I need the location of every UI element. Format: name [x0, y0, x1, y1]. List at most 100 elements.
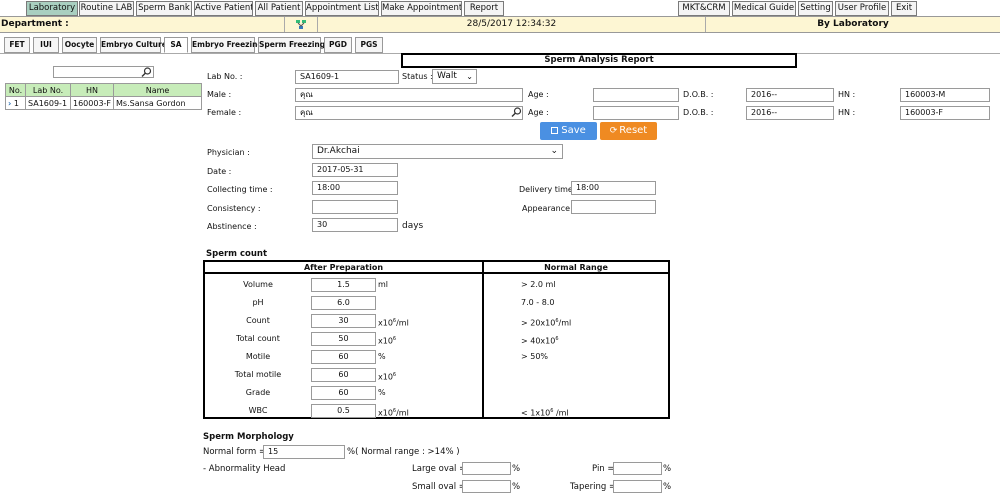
pin-field[interactable] — [613, 462, 662, 475]
abnormality-head-label: - Abnormality Head — [203, 464, 286, 474]
physician-label: Physician : — [207, 148, 250, 157]
male-dob-label: D.O.B. : — [683, 90, 714, 99]
col-name: Name — [113, 83, 202, 97]
patient-search-input[interactable] — [53, 66, 154, 78]
motile-field[interactable]: 60 — [311, 350, 376, 364]
tab-embryo-culture[interactable]: Embryo Culture — [100, 37, 167, 53]
grade-label: Grade — [245, 388, 271, 397]
nav-all-patient[interactable]: All Patient — [255, 1, 303, 16]
appearance-field[interactable] — [571, 200, 656, 214]
male-age-field[interactable] — [593, 88, 679, 102]
count-label: Count — [246, 316, 270, 325]
tab-pgs[interactable]: PGS — [355, 37, 383, 53]
total-motile-field[interactable]: 60 — [311, 368, 376, 382]
save-button[interactable]: Save — [540, 122, 597, 140]
tapering-field[interactable] — [613, 480, 662, 493]
total-motile-label: Total motile — [234, 370, 282, 379]
col-lab-no: Lab No. — [25, 83, 71, 97]
reset-button[interactable]: ⟳ Reset — [600, 122, 657, 140]
count-field[interactable]: 30 — [311, 314, 376, 328]
delivery-time-label: Delivery time : — [519, 185, 579, 194]
total-count-field[interactable]: 50 — [311, 332, 376, 346]
volume-label: Volume — [243, 280, 273, 289]
female-age-field[interactable] — [593, 106, 679, 120]
search-icon[interactable] — [141, 67, 152, 77]
count-normal: > 20x106/ml — [521, 318, 572, 328]
volume-field[interactable]: 1.5 — [311, 278, 376, 292]
large-oval-field[interactable] — [462, 462, 511, 475]
tab-embryo-freezing[interactable]: Embryo Freezing — [191, 37, 263, 53]
nav-make-appointment[interactable]: Make Appointment — [381, 1, 462, 16]
lab-no-field[interactable]: SA1609-1 — [295, 70, 399, 84]
motile-label: Motile — [245, 352, 271, 361]
table-row[interactable]: › 1 SA1609-1 160003-F Ms.Sansa Gordon — [5, 96, 202, 110]
normal-form-label: Normal form = — [203, 447, 267, 457]
total-count-label: Total count — [236, 334, 280, 343]
nav-laboratory[interactable]: Laboratory — [26, 1, 78, 16]
consistency-field[interactable] — [312, 200, 398, 214]
collecting-time-field[interactable]: 18:00 — [312, 181, 398, 195]
female-label: Female : — [207, 108, 242, 117]
col-no: No. — [5, 83, 26, 97]
row-lab-no-cell: SA1609-1 — [25, 96, 71, 110]
nav-setting[interactable]: Setting — [798, 1, 833, 16]
report-title: Sperm Analysis Report — [401, 53, 797, 68]
status-label: Status : — [402, 72, 433, 81]
nav-sperm-bank[interactable]: Sperm Bank — [136, 1, 192, 16]
abstinence-unit: days — [402, 221, 424, 231]
ph-field[interactable]: 6.0 — [311, 296, 376, 310]
nav-exit[interactable]: Exit — [891, 1, 917, 16]
nav-user-profile[interactable]: User Profile — [835, 1, 889, 16]
tab-oocyte[interactable]: Oocyte — [62, 37, 97, 53]
male-dob-field[interactable]: 2016-- — [746, 88, 834, 102]
male-age-label: Age : — [528, 90, 549, 99]
consistency-label: Consistency : — [207, 204, 261, 213]
datetime-display: 28/5/2017 12:34:32 — [318, 17, 706, 32]
small-oval-label: Small oval = — [412, 482, 466, 492]
nav-medical-guide[interactable]: Medical Guide — [732, 1, 796, 16]
delivery-time-field[interactable]: 18:00 — [571, 181, 656, 195]
pin-percent: % — [663, 464, 672, 474]
grade-field[interactable]: 60 — [311, 386, 376, 400]
info-bar: Department : 28/5/2017 12:34:32 By Labor… — [0, 16, 1000, 33]
status-select[interactable]: Walt ⌄ — [432, 69, 477, 84]
patient-list-table: No. Lab No. HN Name › 1 SA1609-1 160003-… — [5, 83, 202, 110]
ph-normal: 7.0 - 8.0 — [521, 298, 555, 307]
physician-select[interactable]: Dr.Akchai ⌄ — [312, 144, 563, 159]
male-hn-field[interactable]: 160003-M — [900, 88, 990, 102]
appearance-label: Appearance : — [522, 204, 576, 213]
abstinence-field[interactable]: 30 — [312, 218, 398, 232]
refresh-icon: ⟳ — [609, 126, 618, 136]
female-dob-label: D.O.B. : — [683, 108, 714, 117]
nav-report[interactable]: Report — [464, 1, 504, 16]
row-hn-cell: 160003-F — [69, 96, 115, 110]
female-dob-field[interactable]: 2016-- — [746, 106, 834, 120]
row-name-cell: Ms.Sansa Gordon — [113, 96, 202, 110]
date-field[interactable]: 2017-05-31 — [312, 163, 398, 177]
female-hn-field[interactable]: 160003-F — [900, 106, 990, 120]
male-field[interactable]: คุณ — [295, 88, 523, 102]
tab-pgd[interactable]: PGD — [324, 37, 352, 53]
wbc-field[interactable]: 0.5 — [311, 404, 376, 418]
network-icon[interactable] — [285, 17, 318, 32]
volume-normal: > 2.0 ml — [521, 280, 556, 289]
tab-fet[interactable]: FET — [4, 37, 30, 53]
tab-iui[interactable]: IUI — [33, 37, 59, 53]
large-oval-percent: % — [512, 464, 521, 474]
wbc-normal: < 1x106 /ml — [521, 408, 569, 418]
top-nav: Laboratory Routine LAB Sperm Bank Active… — [0, 0, 1000, 17]
normal-form-field[interactable]: 15 — [263, 445, 345, 459]
nav-appointment-list[interactable]: Appointment List — [305, 1, 379, 16]
nav-active-patient[interactable]: Active Patient — [194, 1, 253, 16]
small-oval-field[interactable] — [462, 480, 511, 493]
large-oval-label: Large oval = — [412, 464, 467, 474]
volume-unit: ml — [378, 280, 389, 289]
nav-routine-lab[interactable]: Routine LAB — [79, 1, 134, 16]
female-field[interactable]: คุณ — [295, 106, 523, 120]
pin-label: Pin = — [592, 464, 615, 474]
by-laboratory-label: By Laboratory — [817, 19, 889, 29]
tab-sperm-freezing[interactable]: Sperm Freezing — [258, 37, 325, 53]
tab-sa[interactable]: SA — [164, 37, 188, 53]
nav-mkt-crm[interactable]: MKT&CRM — [678, 1, 730, 16]
search-icon[interactable] — [511, 107, 522, 117]
